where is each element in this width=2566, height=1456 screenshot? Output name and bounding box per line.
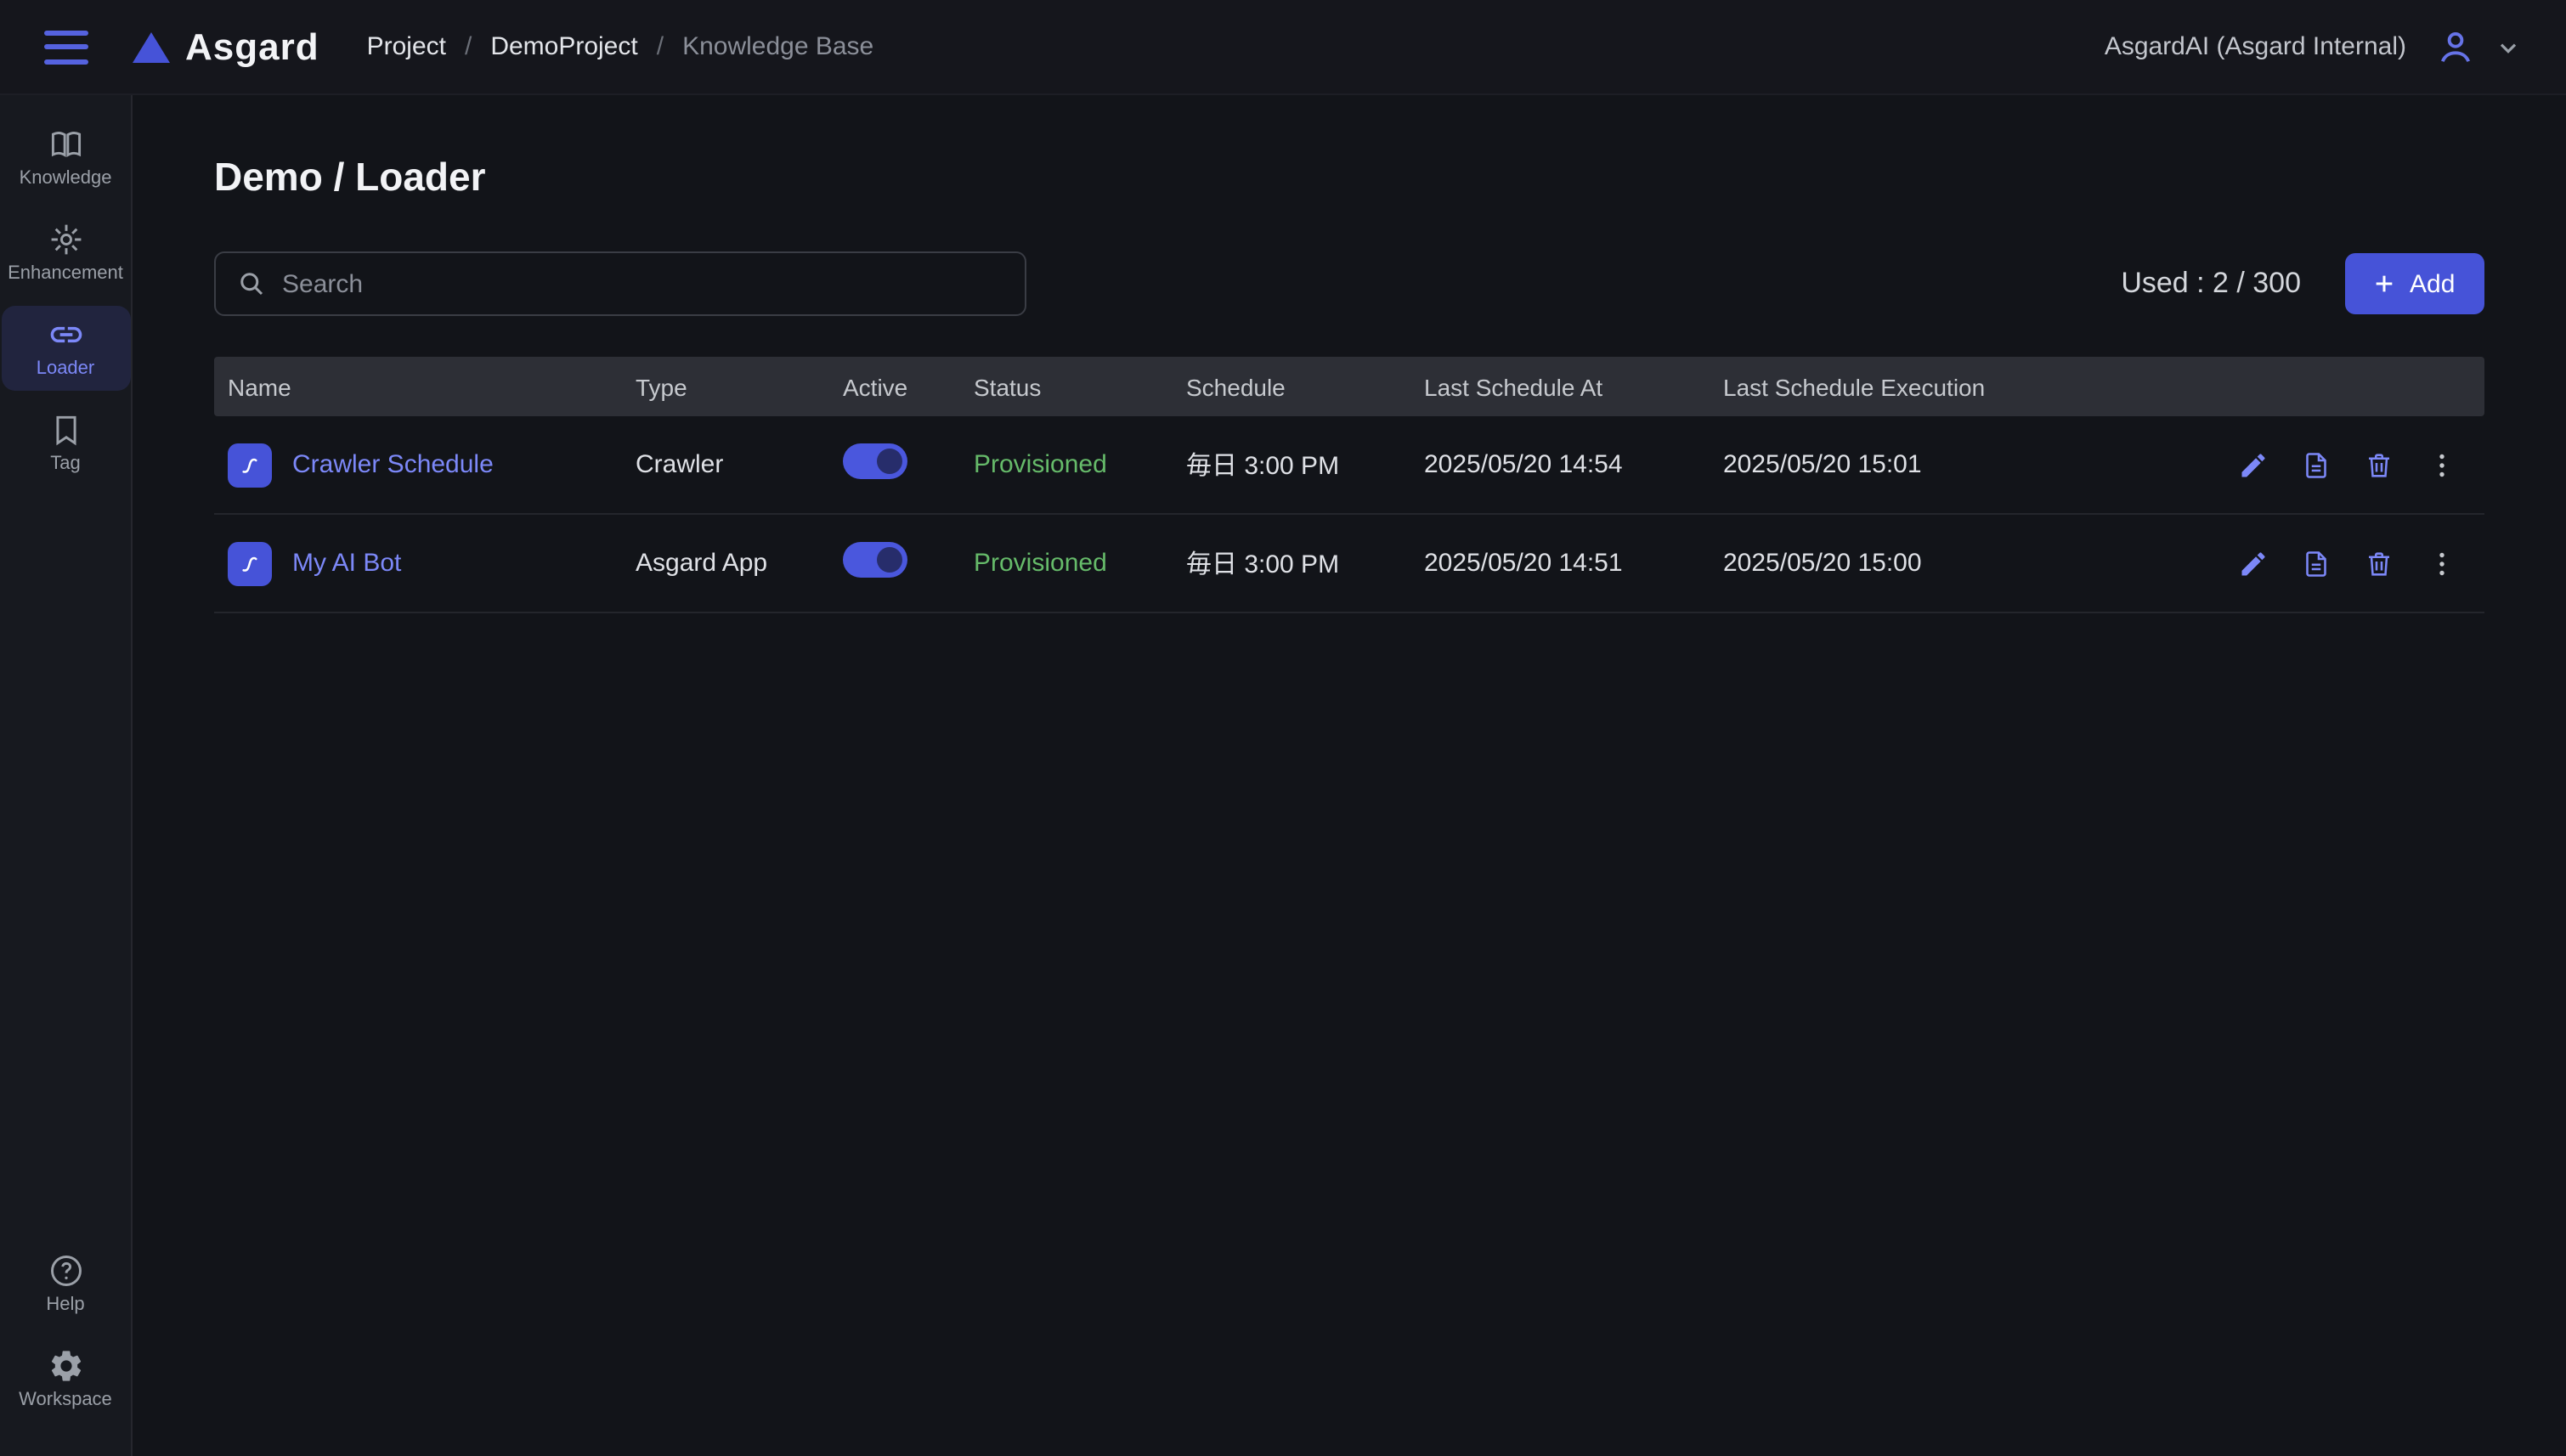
sidebar-bottom: Help Workspace (1, 1242, 130, 1432)
name-cell: Crawler Schedule (214, 443, 622, 487)
row-actions (2196, 548, 2484, 578)
account-label: AsgardAI (Asgard Internal) (2104, 32, 2406, 61)
app-logo-icon (228, 541, 272, 585)
row-type: Crawler (636, 450, 724, 479)
table-header: Name Type Active Status Schedule Last Sc… (214, 357, 2484, 416)
menu-icon[interactable] (44, 30, 88, 64)
sidebar-item-label: Loader (36, 358, 95, 379)
sidebar-item-label: Enhancement (8, 263, 123, 284)
row-schedule: 毎日 3:00 PM (1186, 550, 1340, 579)
search-box[interactable] (214, 251, 1026, 316)
topbar: Asgard Project / DemoProject / Knowledge… (0, 0, 2566, 95)
add-button[interactable]: Add (2345, 253, 2484, 314)
gear-icon (47, 1347, 84, 1385)
column-header-active: Active (843, 373, 908, 400)
sidebar-item-workspace[interactable]: Workspace (1, 1337, 130, 1422)
sidebar-item-tag[interactable]: Tag (1, 401, 130, 486)
topbar-account[interactable]: AsgardAI (Asgard Internal) (2105, 25, 2522, 69)
app-root: Asgard Project / DemoProject / Knowledge… (0, 0, 2566, 1456)
document-icon[interactable] (2301, 548, 2331, 578)
sidebar-item-knowledge[interactable]: Knowledge (1, 116, 130, 200)
active-toggle[interactable] (843, 443, 907, 479)
sidebar-item-label: Tag (50, 454, 81, 474)
edit-icon[interactable] (2238, 449, 2269, 480)
row-type: Asgard App (636, 549, 768, 578)
column-header-status: Status (974, 373, 1042, 400)
add-button-label: Add (2410, 269, 2456, 298)
row-last-schedule-execution: 2025/05/20 15:00 (1723, 549, 1922, 578)
app-logo-icon (228, 443, 272, 487)
row-schedule: 毎日 3:00 PM (1186, 452, 1340, 481)
breadcrumb-separator: / (464, 32, 472, 61)
app-logo: Asgard (133, 25, 319, 69)
active-toggle[interactable] (843, 542, 907, 578)
link-icon (47, 316, 84, 353)
search-icon (236, 268, 267, 299)
page-title: Demo / Loader (214, 155, 486, 199)
sidebar-item-loader[interactable]: Loader (1, 306, 130, 391)
sidebar-item-enhancement[interactable]: Enhancement (1, 211, 130, 296)
kebab-menu-icon[interactable] (2427, 449, 2457, 480)
usage-counter: Used : 2 / 300 (2121, 267, 2301, 299)
trash-icon[interactable] (2364, 449, 2394, 480)
table-row: My AI Bot Asgard App Provisioned 毎日 3:00… (214, 515, 2484, 613)
column-header-name: Name (228, 373, 291, 400)
logo-text: Asgard (185, 25, 319, 67)
sidebar-item-label: Knowledge (19, 168, 112, 189)
trash-icon[interactable] (2364, 548, 2394, 578)
sidebar-item-label: Workspace (19, 1390, 112, 1410)
column-header-last-schedule-at: Last Schedule At (1424, 373, 1603, 400)
row-last-schedule-at: 2025/05/20 14:51 (1424, 549, 1623, 578)
bookmark-icon (47, 411, 84, 449)
chevron-down-icon[interactable] (2495, 33, 2522, 60)
row-last-schedule-execution: 2025/05/20 15:01 (1723, 450, 1922, 479)
plus-icon (2372, 272, 2396, 296)
status-badge: Provisioned (974, 450, 1107, 479)
sidebar-item-help[interactable]: Help (1, 1242, 130, 1327)
edit-icon[interactable] (2238, 548, 2269, 578)
row-active-cell (829, 443, 960, 486)
flare-icon (47, 221, 84, 258)
status-badge: Provisioned (974, 549, 1107, 578)
logo-triangle-icon (133, 31, 170, 62)
search-input[interactable] (282, 269, 1004, 298)
breadcrumb-demoproject[interactable]: DemoProject (490, 32, 637, 61)
breadcrumb-knowledge-base: Knowledge Base (682, 32, 874, 61)
name-cell: My AI Bot (214, 541, 622, 585)
kebab-menu-icon[interactable] (2427, 548, 2457, 578)
book-icon (47, 126, 84, 163)
table-row: Crawler Schedule Crawler Provisioned 毎日 … (214, 416, 2484, 515)
row-last-schedule-at: 2025/05/20 14:54 (1424, 450, 1623, 479)
document-icon[interactable] (2301, 449, 2331, 480)
breadcrumb: Project / DemoProject / Knowledge Base (367, 32, 874, 61)
loader-table: Name Type Active Status Schedule Last Sc… (214, 357, 2484, 613)
row-active-cell (829, 542, 960, 584)
breadcrumb-separator: / (656, 32, 664, 61)
row-actions (2196, 449, 2484, 480)
row-name-link[interactable]: Crawler Schedule (292, 450, 494, 479)
breadcrumb-project[interactable]: Project (367, 32, 446, 61)
sidebar: Knowledge Enhancement Loader Tag Help Wo… (0, 95, 133, 1456)
row-name-link[interactable]: My AI Bot (292, 549, 401, 578)
user-icon[interactable] (2433, 25, 2478, 69)
controls-row: Used : 2 / 300 Add (214, 251, 2484, 316)
sidebar-item-label: Help (46, 1295, 85, 1315)
column-header-last-schedule-execution: Last Schedule Execution (1723, 373, 1986, 400)
main-content: Demo / Loader Used : 2 / 300 Ad (133, 95, 2566, 1456)
help-icon (47, 1252, 84, 1290)
column-header-type: Type (636, 373, 687, 400)
column-header-schedule: Schedule (1186, 373, 1286, 400)
